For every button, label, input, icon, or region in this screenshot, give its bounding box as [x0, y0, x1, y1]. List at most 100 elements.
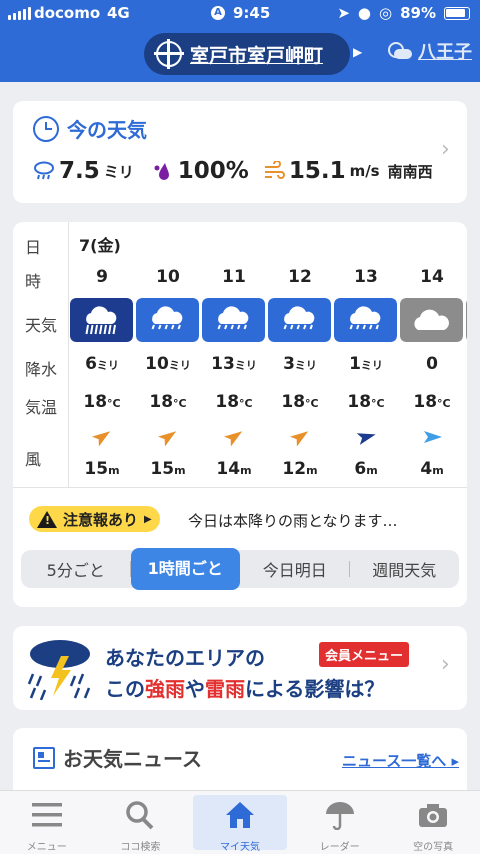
tab-radar-label: レーダー — [319, 842, 360, 853]
forecast-rain: 0 — [399, 354, 465, 374]
forecast-hour: 11 — [222, 267, 246, 287]
temp-unit: °C — [437, 397, 451, 410]
newspaper-icon — [33, 746, 55, 769]
wind-unit: m — [432, 464, 444, 477]
forecast-column: 12 3ミリ 18°C 12m — [267, 222, 333, 487]
warning-badge-label: 注意報あり — [63, 510, 139, 529]
forecast-grid[interactable]: 7(金) 9 6ミリ 18°C 15m 10 10ミリ 18°C 15m 11 … — [69, 222, 467, 487]
tab-search[interactable]: ココ検索 — [94, 791, 188, 854]
rain-amount: 1 — [349, 354, 361, 374]
premium-banner[interactable]: あなたのエリアの 会員メニュー この強雨や雷雨による影響は？ › — [13, 626, 467, 710]
forecast-rain: 6ミリ — [69, 354, 135, 374]
forecast-hour: 14 — [420, 267, 444, 287]
rain-unit: ミリ — [96, 359, 119, 372]
news-list-link[interactable]: ニュース一覧へ ▸ — [342, 750, 459, 771]
tab-menu[interactable]: メニュー — [0, 791, 94, 854]
location-name: 室戸市室戸岬町 — [190, 44, 324, 67]
label-rain: 降水 — [25, 360, 58, 379]
forecast-temp: 18°C — [267, 392, 333, 412]
forecast-wind: 14m — [201, 459, 267, 479]
rain-unit: ミリ — [234, 359, 257, 372]
temp-unit: °C — [305, 397, 319, 410]
temp-value: 18 — [413, 392, 438, 412]
current-location-button[interactable]: 室戸市室戸岬町 — [144, 33, 350, 75]
tab-weekly[interactable]: 週間天気 — [350, 557, 460, 581]
tab-menu-label: メニュー — [26, 842, 67, 853]
rain-amount: 0 — [426, 354, 438, 374]
tab-radar[interactable]: レーダー — [293, 791, 387, 854]
divider — [13, 487, 467, 488]
chevron-right-icon: › — [441, 652, 450, 677]
next-location-arrow-icon[interactable]: ▶ — [353, 45, 362, 59]
banner-text-heavy-rain: 強雨 — [145, 677, 185, 701]
forecast-rain: 3ミリ — [267, 354, 333, 374]
forecast-wind: 15m — [69, 459, 135, 479]
wind-unit: m — [108, 464, 120, 477]
tab-hourly[interactable]: 1時間ごと — [130, 548, 240, 590]
menu-icon — [31, 803, 62, 827]
location-arrow-icon: ➤ — [337, 4, 350, 22]
wind-direction-arrow-icon — [224, 431, 243, 446]
rotation-lock-icon: ◎ — [379, 4, 393, 22]
temp-value: 18 — [215, 392, 240, 412]
cloud-icon — [400, 298, 463, 342]
tab-5min[interactable]: 5分ごと — [21, 557, 131, 581]
member-menu-badge: 会員メニュー — [319, 642, 410, 667]
heavy-rain-icon — [70, 298, 133, 342]
wind-speed: 14 — [216, 459, 241, 479]
banner-text-e: による影響は？ — [245, 677, 385, 701]
battery-percent: 89% — [400, 4, 436, 22]
humidity-icon — [154, 163, 169, 180]
forecast-rain: 13ミリ — [201, 354, 267, 374]
humidity-unit: % — [225, 158, 249, 184]
forecast-temp: 18°C — [69, 392, 135, 412]
banner-text-c: や — [185, 677, 205, 701]
tab-sky-photos[interactable]: 空の写真 — [386, 791, 480, 854]
wind-value: 15.1 — [288, 158, 346, 184]
temp-unit: °C — [239, 397, 253, 410]
forecast-row-labels: 日 時 天気 降水 気温 風 — [13, 222, 69, 487]
rain-icon — [136, 298, 199, 342]
forecast-wind: 6m — [333, 459, 399, 479]
banner-text-a: この — [105, 677, 145, 701]
clock-icon — [33, 115, 59, 142]
wind-direction-arrow-icon — [424, 431, 442, 443]
forecast-wind: 12m — [267, 459, 333, 479]
temp-value: 18 — [149, 392, 174, 412]
temp-value: 18 — [83, 392, 108, 412]
rain-unit: ミリ — [103, 162, 134, 181]
wind-icon — [264, 161, 285, 179]
current-weather-card[interactable]: 今の天気 7.5 ミリ 100 % 15.1 m/s 南南西 › — [13, 101, 467, 203]
label-weather: 天気 — [25, 316, 58, 335]
humidity-value: 100 — [177, 158, 226, 184]
rain-unit: ミリ — [294, 359, 317, 372]
forecast-hour: 9 — [96, 267, 108, 287]
bottom-tab-bar: メニュー ココ検索 マイ天気 レーダー 空の写真 — [0, 790, 480, 854]
label-temp: 気温 — [25, 398, 58, 417]
label-hour: 時 — [25, 272, 42, 291]
carrier-name: docomo — [34, 4, 101, 22]
wind-direction: 南南西 — [387, 162, 433, 181]
wind-unit: m — [306, 464, 318, 477]
temp-unit: °C — [107, 397, 121, 410]
wind-speed: 4 — [420, 459, 433, 479]
rain-amount: 3 — [283, 354, 295, 374]
warning-badge[interactable]: 注意報あり ▶ — [29, 506, 160, 532]
hourly-forecast-card: 日 時 天気 降水 気温 風 7(金) 9 6ミリ 18°C 15m 10 10… — [13, 222, 467, 607]
temp-value: 18 — [347, 392, 372, 412]
tab-search-label: ココ検索 — [120, 842, 161, 853]
tab-my-weather-label: マイ天気 — [219, 842, 260, 853]
warning-summary[interactable]: 今日は本降りの雨となります… — [188, 510, 398, 531]
tab-my-weather[interactable]: マイ天気 — [193, 795, 287, 853]
battery-icon — [444, 6, 470, 20]
next-location-button[interactable]: 八王子 — [386, 38, 472, 64]
warning-icon — [37, 510, 57, 528]
forecast-hour: 10 — [156, 267, 180, 287]
wind-unit: m/s — [349, 162, 380, 180]
wind-speed: 15 — [150, 459, 175, 479]
forecast-temp: 18°C — [333, 392, 399, 412]
rain-unit: ミリ — [168, 359, 191, 372]
tab-today-tomorrow[interactable]: 今日明日 — [240, 557, 350, 581]
rain-value: 7.5 — [59, 158, 100, 184]
label-wind: 風 — [25, 450, 42, 469]
